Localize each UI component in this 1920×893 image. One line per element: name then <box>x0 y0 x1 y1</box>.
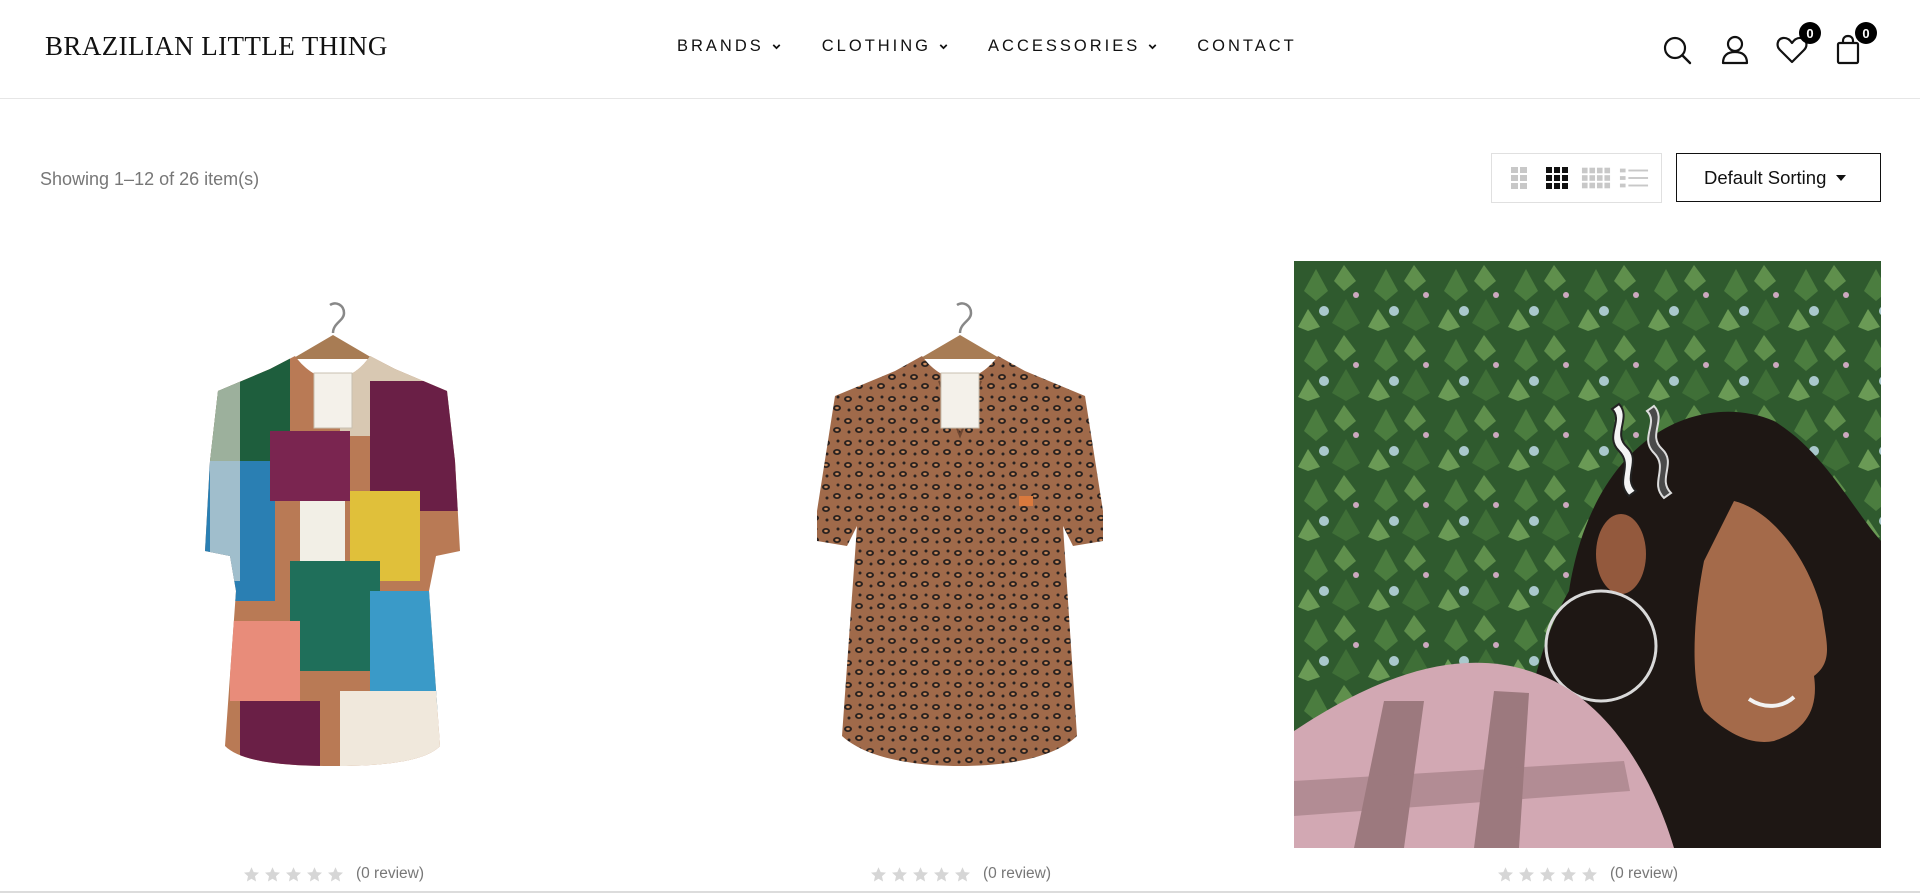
star-empty-icon <box>933 866 949 881</box>
grid-2-icon <box>1511 167 1528 189</box>
star-empty-icon <box>870 866 886 881</box>
review-count[interactable]: (0 review) <box>1610 865 1678 883</box>
list-icon <box>1619 168 1648 188</box>
main-nav: BRANDS CLOTHING ACCESSORIES CONTACT <box>677 37 1297 56</box>
chevron-down-icon <box>939 44 948 50</box>
nav-contact[interactable]: CONTACT <box>1197 37 1297 56</box>
rating-row: (0 review) <box>1294 865 1881 883</box>
star-empty-icon <box>306 866 322 881</box>
cart-count-badge: 0 <box>1855 22 1877 44</box>
chevron-down-icon <box>1148 44 1157 50</box>
nav-accessories[interactable]: ACCESSORIES <box>988 37 1159 56</box>
wishlist-count-badge: 0 <box>1799 22 1821 44</box>
nav-contact-label: CONTACT <box>1197 37 1297 55</box>
view-grid-2-button[interactable] <box>1504 163 1534 193</box>
star-empty-icon <box>285 866 301 881</box>
review-count[interactable]: (0 review) <box>356 865 424 883</box>
view-grid-3-button[interactable] <box>1542 163 1572 193</box>
user-icon <box>1721 35 1749 65</box>
wishlist-button[interactable]: 0 <box>1775 22 1821 66</box>
nav-accessories-label: ACCESSORIES <box>988 37 1141 55</box>
account-button[interactable] <box>1718 32 1752 66</box>
star-empty-icon <box>1497 866 1513 881</box>
view-grid-4-button[interactable] <box>1581 163 1611 193</box>
rating-row: (0 review) <box>40 865 627 883</box>
leopard-shirt-image <box>667 261 1254 848</box>
star-empty-icon <box>327 866 343 881</box>
grid-4-icon <box>1581 167 1610 189</box>
star-empty-icon <box>954 866 970 881</box>
search-button[interactable] <box>1661 32 1695 66</box>
site-header: BRAZILIAN LITTLE THING BRANDS CLOTHING A… <box>0 0 1920 99</box>
view-mode-switcher <box>1491 153 1662 203</box>
star-empty-icon <box>1560 866 1576 881</box>
star-empty-icon <box>264 866 280 881</box>
sort-label: Default Sorting <box>1704 166 1827 188</box>
caret-down-icon <box>1836 174 1847 181</box>
product-image[interactable] <box>1294 261 1881 848</box>
product-image[interactable] <box>40 261 627 848</box>
star-empty-icon <box>1518 866 1534 881</box>
printed-shirt-image <box>40 261 627 848</box>
star-empty-icon <box>1539 866 1555 881</box>
cart-button[interactable]: 0 <box>1831 22 1877 66</box>
product-image[interactable] <box>667 261 1254 848</box>
result-count: Showing 1–12 of 26 item(s) <box>40 169 260 189</box>
nav-clothing[interactable]: CLOTHING <box>822 37 950 56</box>
star-empty-icon <box>891 866 907 881</box>
chevron-down-icon <box>772 44 781 50</box>
search-icon <box>1663 36 1692 65</box>
nav-brands-label: BRANDS <box>677 37 764 55</box>
star-empty-icon <box>1581 866 1597 881</box>
review-count[interactable]: (0 review) <box>983 865 1051 883</box>
hair-clip-model-image <box>1294 261 1881 848</box>
star-empty-icon <box>912 866 928 881</box>
nav-brands[interactable]: BRANDS <box>677 37 783 56</box>
site-logo[interactable]: BRAZILIAN LITTLE THING <box>45 31 388 62</box>
sort-dropdown[interactable]: Default Sorting <box>1676 153 1881 202</box>
nav-clothing-label: CLOTHING <box>821 37 932 55</box>
star-empty-icon <box>243 866 259 881</box>
view-list-button[interactable] <box>1619 163 1649 193</box>
grid-3-icon <box>1546 167 1569 189</box>
rating-row: (0 review) <box>667 865 1254 883</box>
